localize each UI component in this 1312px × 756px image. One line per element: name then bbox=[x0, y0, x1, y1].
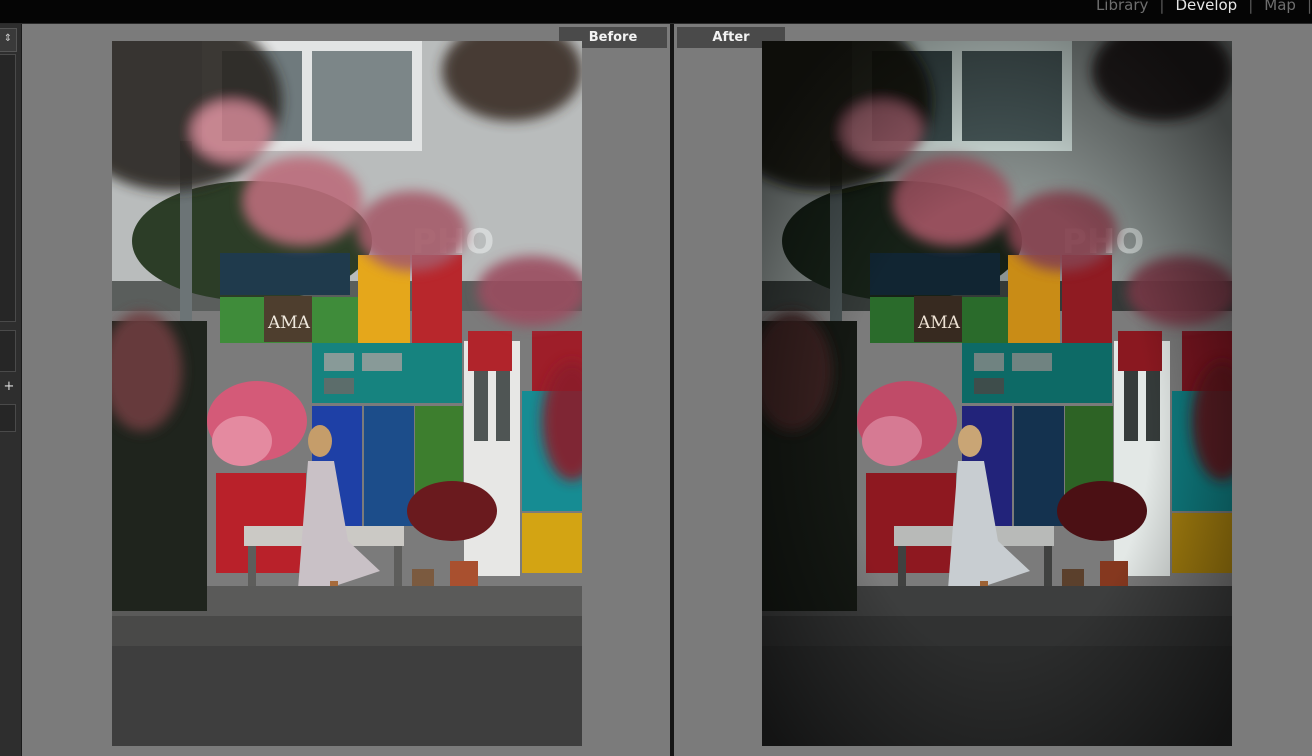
sign-text: AMA bbox=[267, 313, 311, 333]
navigator-zoom-stepper[interactable]: ⇕ bbox=[0, 28, 17, 52]
before-photo[interactable]: PHO AMA bbox=[112, 41, 582, 746]
module-bar: Library | Develop | Map | bbox=[0, 0, 1312, 24]
after-pane[interactable]: After PHO AMA bbox=[674, 24, 1312, 756]
module-picker: Library | Develop | Map | bbox=[1085, 0, 1312, 17]
module-map-link[interactable]: Map bbox=[1253, 0, 1307, 14]
module-library-link[interactable]: Library bbox=[1085, 0, 1159, 14]
after-photo[interactable]: PHO AMA bbox=[762, 41, 1232, 746]
module-separator: | bbox=[1306, 0, 1312, 14]
navigator-preview-strip[interactable] bbox=[0, 54, 16, 322]
before-pane[interactable]: Before PHO AMA bbox=[22, 24, 670, 756]
add-preset-icon[interactable]: + bbox=[0, 379, 18, 394]
left-panel: ⇕ + bbox=[0, 24, 22, 756]
module-develop-link[interactable]: Develop bbox=[1164, 0, 1248, 14]
snapshots-panel-strip[interactable] bbox=[0, 404, 16, 432]
presets-panel-strip[interactable] bbox=[0, 330, 16, 372]
